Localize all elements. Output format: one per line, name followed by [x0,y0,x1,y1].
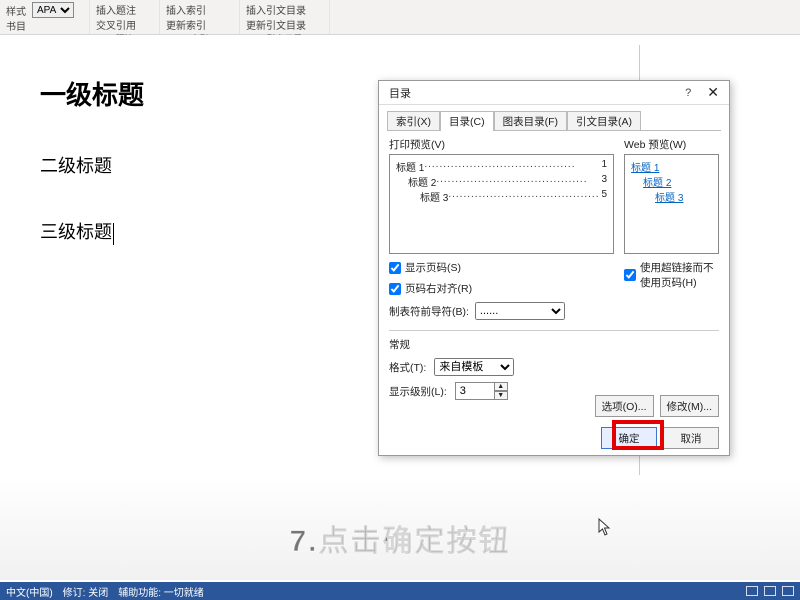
view-mode-icon[interactable] [782,586,794,596]
status-track-changes[interactable]: 修订: 关闭 [63,584,109,599]
text-cursor [113,223,114,245]
show-page-numbers-label: 显示页码(S) [405,260,461,275]
right-align-label: 页码右对齐(R) [405,281,472,296]
heading-3: 三级标题 [40,222,112,242]
format-select[interactable]: 来自模板 [434,358,514,376]
web-preview-link[interactable]: 标题 3 [631,189,712,204]
levels-spinner[interactable]: ▲ ▼ [455,382,508,400]
web-preview-box: 标题 1标题 2标题 3 [624,154,719,254]
spin-down-icon[interactable]: ▼ [494,391,508,400]
print-preview-label: 打印预览(V) [389,137,614,152]
status-language[interactable]: 中文(中国) [6,584,53,599]
ok-button[interactable]: 确定 [601,427,657,449]
print-preview-box: 标题 1....................................… [389,154,614,254]
dialog-title: 目录 [389,85,411,101]
style-select[interactable]: APA [32,2,74,18]
preview-line: 标题 1....................................… [396,159,607,174]
insert-toa-btn[interactable]: 插入引文目录 [246,2,306,17]
insert-caption-btn[interactable]: 插入题注 [96,2,136,17]
leader-select[interactable]: ...... [475,302,565,320]
preview-line: 标题 3....................................… [396,189,607,204]
tab-toc[interactable]: 目录(C) [440,111,494,131]
help-button[interactable]: ? [685,87,691,99]
web-preview-label: Web 预览(W) [624,137,719,152]
ribbon: 样式 APA 书目 引文与书目 插入题注 交叉引用 题注 插入索引 更新索引 索… [0,0,800,35]
web-preview-link[interactable]: 标题 2 [631,174,712,189]
preview-line: 标题 2....................................… [396,174,607,189]
view-mode-icon[interactable] [746,586,758,596]
leader-label: 制表符前导符(B): [389,304,469,319]
dialog-titlebar: 目录 ? ✕ [379,81,729,105]
options-button[interactable]: 选项(O)... [595,395,654,417]
right-align-checkbox[interactable] [389,283,401,295]
cancel-button[interactable]: 取消 [663,427,719,449]
close-button[interactable]: ✕ [703,84,723,101]
show-page-numbers-checkbox[interactable] [389,262,401,274]
cross-ref-btn[interactable]: 交叉引用 [96,17,136,32]
status-bar: 中文(中国) 修订: 关闭 辅助功能: 一切就绪 [0,582,800,600]
update-index-btn[interactable]: 更新索引 [166,17,206,32]
levels-input[interactable] [455,382,495,400]
view-mode-icon[interactable] [764,586,776,596]
use-hyperlinks-label: 使用超链接而不使用页码(H) [640,260,719,290]
tab-index[interactable]: 索引(X) [387,111,440,131]
general-section-label: 常规 [389,337,719,352]
dialog-tabs: 索引(X) 目录(C) 图表目录(F) 引文目录(A) [379,105,729,131]
web-preview-link[interactable]: 标题 1 [631,159,712,174]
toc-dialog: 目录 ? ✕ 索引(X) 目录(C) 图表目录(F) 引文目录(A) 打印预览(… [378,80,730,456]
format-label: 格式(T): [389,360,426,375]
status-accessibility[interactable]: 辅助功能: 一切就绪 [118,584,204,599]
tab-figures[interactable]: 图表目录(F) [494,111,567,131]
update-toa-btn[interactable]: 更新引文目录 [246,17,306,32]
insert-index-btn[interactable]: 插入索引 [166,2,206,17]
biblio-label[interactable]: 书目 [6,18,26,33]
tab-authorities[interactable]: 引文目录(A) [567,111,641,131]
use-hyperlinks-checkbox[interactable] [624,269,636,281]
spin-up-icon[interactable]: ▲ [494,382,508,391]
modify-button[interactable]: 修改(M)... [660,395,720,417]
style-label: 样式 [6,3,26,18]
tutorial-caption: 7.点击确定按钮 [0,516,800,560]
mouse-cursor-icon [598,518,612,536]
levels-label: 显示级别(L): [389,384,447,399]
